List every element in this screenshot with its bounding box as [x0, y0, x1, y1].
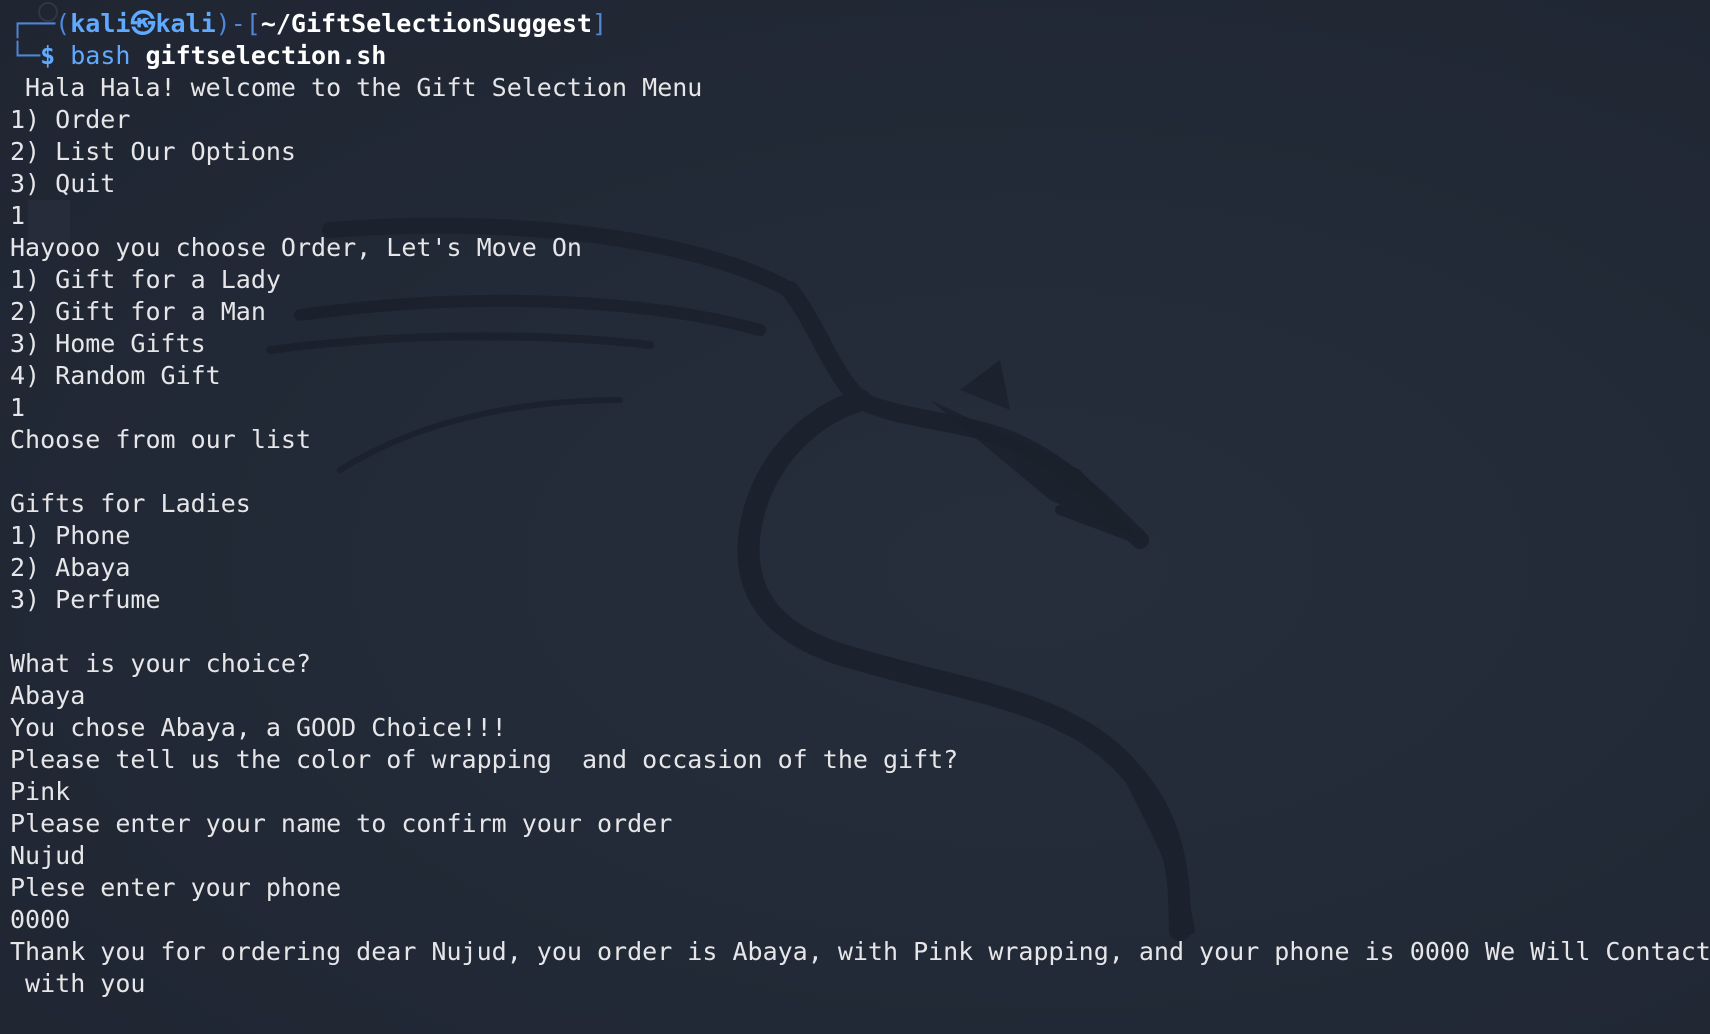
output-line: 1 [10, 201, 26, 230]
output-line: Please enter your name to confirm your o… [10, 809, 673, 838]
output-line: Nujud [10, 841, 86, 870]
output-line: What is your choice? [10, 649, 312, 678]
output-line: 3) Perfume [10, 585, 161, 614]
output-line: Hayooo you choose Order, Let's Move On [10, 233, 582, 262]
output-line: 1) Gift for a Lady [10, 265, 281, 294]
output-line: 1) Phone [10, 521, 131, 550]
kali-at-icon: ㉿ [130, 9, 156, 38]
prompt-dollar: $ [40, 41, 71, 70]
output-line: Gifts for Ladies [10, 489, 251, 518]
prompt-bracket-end: ] [591, 9, 608, 38]
output-line: with you [10, 969, 146, 998]
terminal-window[interactable]: ┌──(kali㉿kali)-[~/GiftSelectionSuggest] … [0, 0, 1710, 1034]
output-line: Choose from our list [10, 425, 312, 454]
output-line: Plese enter your phone [10, 873, 342, 902]
output-line: 1) Order [10, 105, 131, 134]
terminal-output[interactable]: ┌──(kali㉿kali)-[~/GiftSelectionSuggest] … [10, 8, 1710, 1000]
prompt-bracket-mid: )-[ [215, 9, 261, 38]
output-line: 3) Quit [10, 169, 116, 198]
output-line: Abaya [10, 681, 86, 710]
output-line: You chose Abaya, a GOOD Choice!!! [10, 713, 507, 742]
output-line: Hala Hala! welcome to the Gift Selection… [10, 73, 703, 102]
prompt-user: kali [70, 9, 131, 38]
output-line: Thank you for ordering dear Nujud, you o… [10, 937, 1710, 966]
output-line: 2) List Our Options [10, 137, 296, 166]
prompt-host: kali [155, 9, 216, 38]
output-line: 2) Abaya [10, 553, 131, 582]
prompt-path: ~/GiftSelectionSuggest [260, 9, 592, 38]
output-line: Pink [10, 777, 71, 806]
output-line: 1 [10, 393, 26, 422]
output-line: 3) Home Gifts [10, 329, 206, 358]
prompt-line-command: └─$ bash giftselection.sh [10, 40, 1706, 72]
prompt-corner-bottom: └─ [10, 41, 41, 70]
output-line: 4) Random Gift [10, 361, 221, 390]
output-line: 0000 [10, 905, 71, 934]
prompt-line-top: ┌──(kali㉿kali)-[~/GiftSelectionSuggest] [10, 8, 1706, 40]
output-line: 2) Gift for a Man [10, 297, 266, 326]
command-name: bash [70, 41, 146, 70]
script-output: Hala Hala! welcome to the Gift Selection… [10, 72, 1710, 1000]
output-line: Please tell us the color of wrapping and… [10, 745, 959, 774]
prompt-corner-top: ┌──( [10, 9, 71, 38]
command-argument: giftselection.sh [145, 41, 387, 70]
